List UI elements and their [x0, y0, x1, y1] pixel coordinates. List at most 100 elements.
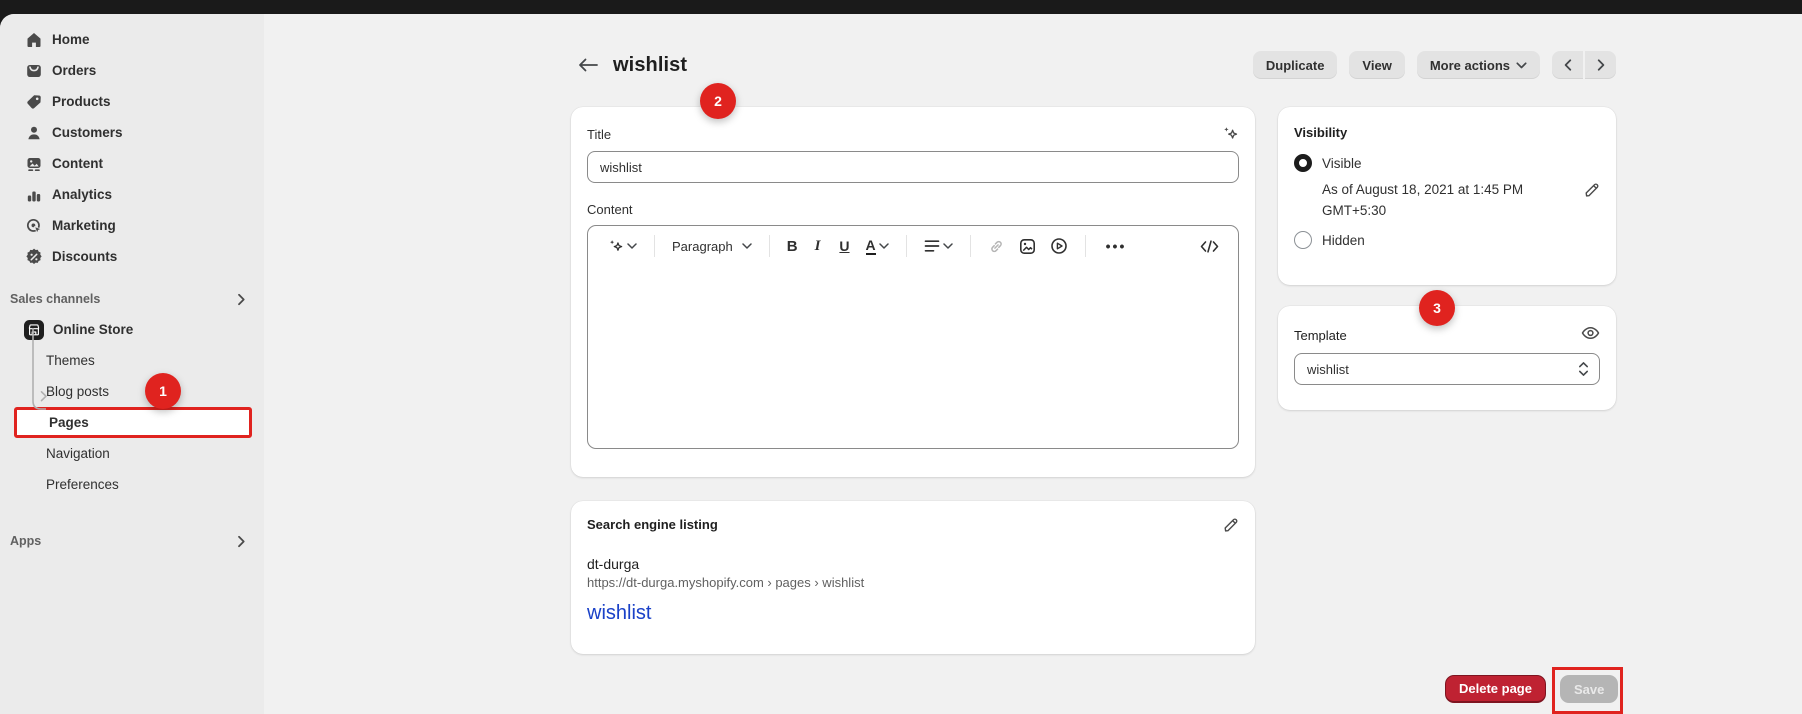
- code-view-button[interactable]: [1195, 236, 1224, 257]
- edit-visibility-date-icon[interactable]: [1583, 182, 1600, 199]
- delete-page-button[interactable]: Delete page: [1445, 675, 1546, 703]
- visibility-option-hidden[interactable]: Hidden: [1294, 231, 1600, 249]
- analytics-icon: [25, 186, 43, 204]
- bold-button[interactable]: B: [782, 234, 803, 259]
- rich-text-editor: Paragraph B I U A: [587, 225, 1239, 449]
- radio-unselected-icon[interactable]: [1294, 231, 1312, 249]
- save-button[interactable]: Save: [1560, 675, 1618, 703]
- sidebar-item-label: Blog posts: [46, 384, 109, 399]
- chevron-right-icon: [237, 535, 246, 548]
- editor-toolbar: Paragraph B I U A: [588, 226, 1238, 266]
- ai-sparkle-icon[interactable]: [1221, 125, 1239, 143]
- sidebar-item-label: Marketing: [52, 218, 116, 233]
- italic-button[interactable]: I: [807, 234, 829, 259]
- seo-url-breadcrumb: https://dt-durga.myshopify.com › pages ›…: [587, 575, 1239, 590]
- content-field-label: Content: [587, 202, 1239, 217]
- preview-eye-icon[interactable]: [1581, 326, 1600, 340]
- sidebar-item-navigation[interactable]: Navigation: [0, 438, 264, 469]
- edit-pencil-icon[interactable]: [1222, 517, 1239, 534]
- visibility-option-visible[interactable]: Visible: [1294, 154, 1600, 172]
- app-frame: Home Orders Products Customers Content: [0, 14, 1802, 714]
- top-bar: [0, 0, 1802, 14]
- editor-body[interactable]: [588, 266, 1238, 449]
- sidebar-item-products[interactable]: Products: [0, 86, 264, 117]
- toolbar-divider: [906, 235, 907, 257]
- alignment-dropdown[interactable]: [919, 235, 958, 257]
- sidebar-item-label: Products: [52, 94, 111, 109]
- header-actions: Duplicate View More actions: [1253, 51, 1616, 79]
- title-input[interactable]: [587, 151, 1239, 183]
- annotation-badge-3: 3: [1419, 290, 1455, 326]
- sidebar-item-label: Content: [52, 156, 103, 171]
- more-actions-button[interactable]: More actions: [1417, 51, 1540, 79]
- sidebar-item-discounts[interactable]: Discounts: [0, 241, 264, 272]
- paragraph-style-dropdown[interactable]: Paragraph: [667, 235, 757, 258]
- sidebar-item-customers[interactable]: Customers: [0, 117, 264, 148]
- page-header: wishlist Duplicate View More actions: [571, 48, 1616, 82]
- visibility-date-note: As of August 18, 2021 at 1:45 PM GMT+5:3…: [1322, 179, 1530, 221]
- underline-button[interactable]: U: [832, 234, 856, 258]
- marketing-icon: [25, 217, 43, 235]
- sidebar-item-blog-posts[interactable]: Blog posts: [0, 376, 264, 407]
- sidebar-item-label: Discounts: [52, 249, 117, 264]
- footer-actions: Delete page Save: [1445, 675, 1618, 703]
- chevron-down-icon: [1516, 62, 1527, 69]
- seo-card-heading: Search engine listing: [587, 517, 718, 532]
- insert-image-button[interactable]: [1014, 234, 1041, 259]
- ai-assist-dropdown[interactable]: [602, 234, 642, 259]
- duplicate-button[interactable]: Duplicate: [1253, 51, 1338, 79]
- pagination-group: [1552, 51, 1616, 79]
- products-icon: [25, 93, 43, 111]
- annotation-badge-2: 2: [700, 83, 736, 119]
- sidebar-item-themes[interactable]: Themes: [0, 345, 264, 376]
- sidebar-item-label: Customers: [52, 125, 123, 140]
- template-heading: Template: [1294, 328, 1347, 343]
- toolbar-divider: [970, 235, 971, 257]
- sidebar-item-online-store[interactable]: Online Store: [0, 314, 264, 345]
- sidebar-item-preferences[interactable]: Preferences: [0, 469, 264, 500]
- seo-page-link[interactable]: wishlist: [587, 602, 651, 625]
- select-chevrons-icon: [1578, 361, 1589, 377]
- search-engine-listing-card: Search engine listing dt-durga https://d…: [571, 501, 1255, 654]
- sidebar-item-label: Preferences: [46, 477, 119, 492]
- template-select[interactable]: wishlist: [1294, 353, 1600, 385]
- more-formatting-button[interactable]: •••: [1098, 234, 1135, 258]
- text-color-dropdown[interactable]: A: [861, 234, 894, 259]
- sidebar-item-home[interactable]: Home: [0, 24, 264, 55]
- sidebar-section-apps[interactable]: Apps: [0, 526, 264, 556]
- next-page-button[interactable]: [1585, 51, 1616, 79]
- sidebar-item-orders[interactable]: Orders: [0, 55, 264, 86]
- sidebar-item-analytics[interactable]: Analytics: [0, 179, 264, 210]
- previous-page-button[interactable]: [1552, 51, 1583, 79]
- visibility-card: Visibility Visible As of August 18, 2021…: [1278, 107, 1616, 285]
- sidebar-item-label: Online Store: [53, 322, 133, 337]
- annotation-badge-1: 1: [145, 373, 181, 409]
- home-icon: [25, 31, 43, 49]
- sidebar-item-content[interactable]: Content: [0, 148, 264, 179]
- discounts-icon: [25, 248, 43, 266]
- sidebar: Home Orders Products Customers Content: [0, 14, 264, 714]
- sidebar-section-sales-channels[interactable]: Sales channels: [0, 284, 264, 314]
- sidebar-item-pages[interactable]: Pages: [14, 407, 252, 438]
- title-content-card: Title Content Paragraph B I: [571, 107, 1255, 477]
- sidebar-item-label: Pages: [49, 415, 89, 430]
- sidebar-item-marketing[interactable]: Marketing: [0, 210, 264, 241]
- toolbar-divider: [1085, 235, 1086, 257]
- view-button[interactable]: View: [1349, 51, 1404, 79]
- customers-icon: [25, 124, 43, 142]
- toolbar-divider: [654, 235, 655, 257]
- visibility-heading: Visibility: [1294, 125, 1600, 140]
- sidebar-item-label: Navigation: [46, 446, 110, 461]
- sidebar-item-label: Themes: [46, 353, 95, 368]
- back-arrow-button[interactable]: [577, 54, 599, 76]
- seo-site-name: dt-durga: [587, 556, 1239, 572]
- sidebar-item-label: Home: [52, 32, 90, 47]
- insert-link-button[interactable]: [983, 234, 1010, 259]
- radio-selected-icon[interactable]: [1294, 154, 1312, 172]
- sidebar-item-label: Analytics: [52, 187, 112, 202]
- insert-video-button[interactable]: [1045, 233, 1073, 259]
- chevron-right-icon: [237, 293, 246, 306]
- toolbar-divider: [769, 235, 770, 257]
- page-title: wishlist: [613, 54, 687, 77]
- title-field-label: Title: [587, 127, 611, 142]
